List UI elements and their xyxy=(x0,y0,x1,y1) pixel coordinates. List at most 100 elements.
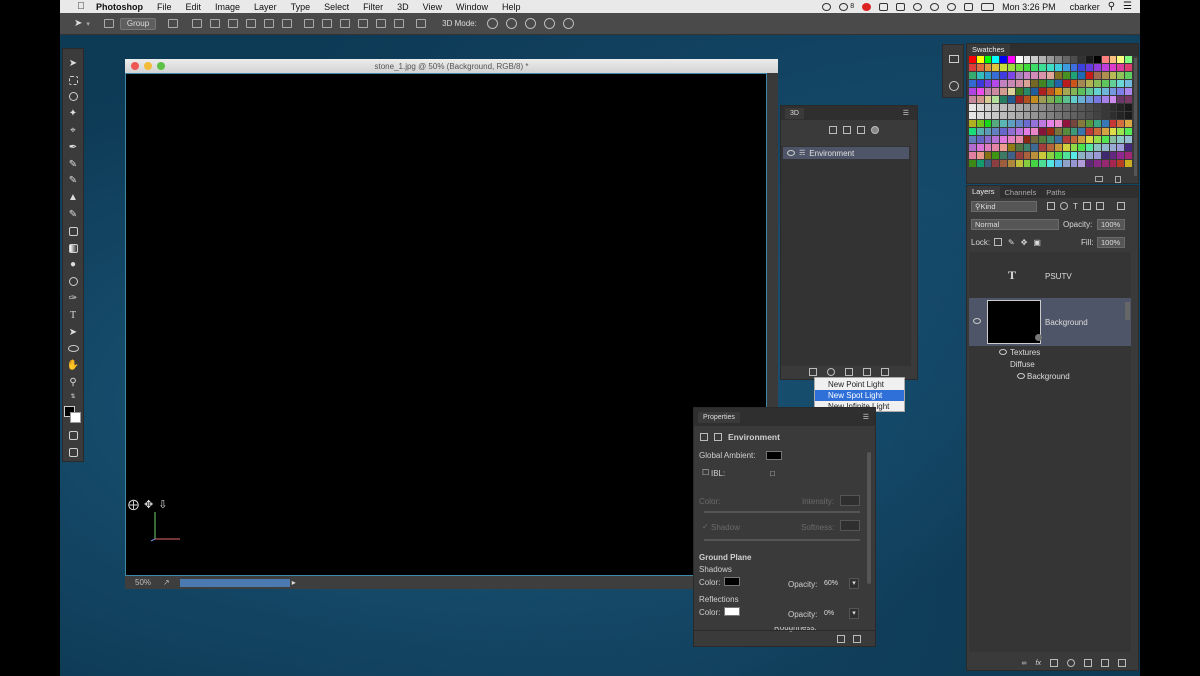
swatch-color[interactable] xyxy=(1101,128,1109,135)
swatch-color[interactable] xyxy=(1047,64,1054,71)
auto-align-icon[interactable] xyxy=(416,19,427,28)
swatch-color[interactable] xyxy=(992,112,1000,119)
scale-3d-icon[interactable] xyxy=(562,18,574,29)
swatch-color[interactable] xyxy=(1117,96,1125,103)
move-tool-icon[interactable]: ➤ xyxy=(74,18,82,29)
apple-menu-icon[interactable]:  xyxy=(72,1,90,12)
swatch-color[interactable] xyxy=(1125,80,1132,87)
distribute-top-icon[interactable] xyxy=(304,19,315,28)
swatch-color[interactable] xyxy=(976,104,984,111)
swatch-color[interactable] xyxy=(1109,80,1117,87)
swatch-color[interactable] xyxy=(1015,56,1023,63)
swatch-color[interactable] xyxy=(1047,152,1054,159)
swatch-color[interactable] xyxy=(1039,72,1047,79)
swatch-color[interactable] xyxy=(1008,104,1015,111)
swatch-color[interactable] xyxy=(1078,88,1086,95)
scroll-right-arrow-icon[interactable]: ▸ xyxy=(292,578,296,587)
swatch-color[interactable] xyxy=(1008,136,1015,143)
swatch-color[interactable] xyxy=(1109,112,1117,119)
swatch-color[interactable] xyxy=(992,128,1000,135)
layer-name-psutv[interactable]: PSUTV xyxy=(1045,272,1072,281)
swatch-color[interactable] xyxy=(1023,128,1031,135)
swatch-color[interactable] xyxy=(1023,96,1031,103)
swatch-color[interactable] xyxy=(1015,88,1023,95)
3d-panel-toggle-icon[interactable] xyxy=(949,55,959,63)
swatch-color[interactable] xyxy=(1054,128,1062,135)
swatch-color[interactable] xyxy=(1109,72,1117,79)
materials-filter-icon[interactable] xyxy=(857,126,865,134)
swatch-color[interactable] xyxy=(1047,144,1054,151)
swatch-color[interactable] xyxy=(1023,112,1031,119)
swatch-color[interactable] xyxy=(1101,72,1109,79)
environment-type-icon[interactable] xyxy=(700,433,708,441)
swatch-color[interactable] xyxy=(1125,152,1132,159)
swatch-color[interactable] xyxy=(1109,64,1117,71)
menu-item-new-point-light[interactable]: New Point Light xyxy=(815,379,904,390)
swatch-color[interactable] xyxy=(969,64,976,71)
swatch-color[interactable] xyxy=(1054,144,1062,151)
swatch-color[interactable] xyxy=(1117,104,1125,111)
shadows-color-swatch[interactable] xyxy=(724,577,740,586)
share-icon[interactable]: ↗ xyxy=(163,578,170,587)
healing-brush-tool-icon[interactable]: ✎ xyxy=(66,157,80,170)
camera-icon[interactable] xyxy=(845,368,853,376)
swatch-color[interactable] xyxy=(992,72,1000,79)
cloud-icon[interactable] xyxy=(839,2,849,11)
swatch-color[interactable] xyxy=(1117,128,1125,135)
swatch-color[interactable] xyxy=(1008,80,1015,87)
swatch-color[interactable] xyxy=(1125,64,1132,71)
menu-type[interactable]: Type xyxy=(291,2,311,12)
layer-fill-field[interactable]: 100% xyxy=(1097,237,1125,248)
swatch-color[interactable] xyxy=(1093,64,1101,71)
transform-controls-icon[interactable] xyxy=(168,19,179,28)
swatch-color[interactable] xyxy=(1062,88,1070,95)
swatch-color[interactable] xyxy=(1023,64,1031,71)
distribute-hcenter-icon[interactable] xyxy=(376,19,387,28)
swatch-color[interactable] xyxy=(1125,160,1132,167)
swatch-color[interactable] xyxy=(1000,72,1008,79)
swatch-color[interactable] xyxy=(992,56,1000,63)
lasso-tool-icon[interactable] xyxy=(66,90,80,103)
pan-3d-icon[interactable] xyxy=(524,18,536,29)
swatch-color[interactable] xyxy=(1117,136,1125,143)
intensity-slider[interactable] xyxy=(704,511,860,513)
swatch-color[interactable] xyxy=(1054,56,1062,63)
swatch-color[interactable] xyxy=(1117,144,1125,151)
swatch-color[interactable] xyxy=(969,96,976,103)
swatch-color[interactable] xyxy=(1125,56,1132,63)
swatch-color[interactable] xyxy=(1047,160,1054,167)
swatch-color[interactable] xyxy=(1078,120,1086,127)
swatch-color[interactable] xyxy=(1093,112,1101,119)
menu-file[interactable]: File xyxy=(157,2,172,12)
swatch-color[interactable] xyxy=(984,104,992,111)
menu-window[interactable]: Window xyxy=(456,2,488,12)
align-vcenter-icon[interactable] xyxy=(210,19,221,28)
swatch-color[interactable] xyxy=(1047,136,1054,143)
swatch-color[interactable] xyxy=(1054,112,1062,119)
swatch-color[interactable] xyxy=(1039,112,1047,119)
clock-text[interactable]: Mon 3:26 PM xyxy=(1002,2,1056,12)
swatch-color[interactable] xyxy=(976,112,984,119)
tab-layers[interactable]: Layers xyxy=(967,186,1000,198)
swatch-color[interactable] xyxy=(1125,136,1132,143)
swatch-color[interactable] xyxy=(1000,64,1008,71)
swatch-color[interactable] xyxy=(984,160,992,167)
swatch-color[interactable] xyxy=(1047,72,1054,79)
swatch-color[interactable] xyxy=(1000,80,1008,87)
time-machine-icon[interactable] xyxy=(913,2,923,11)
scene-type-icon[interactable] xyxy=(714,433,722,441)
swatch-color[interactable] xyxy=(1101,136,1109,143)
swatch-color[interactable] xyxy=(1047,128,1054,135)
wifi-icon[interactable] xyxy=(947,2,957,11)
global-ambient-color[interactable] xyxy=(766,451,782,460)
swatch-color[interactable] xyxy=(1125,72,1132,79)
lights-filter-icon[interactable] xyxy=(871,126,879,134)
marquee-tool-icon[interactable] xyxy=(66,73,80,86)
zoom-level[interactable]: 50% xyxy=(135,578,163,587)
distribute-vcenter-icon[interactable] xyxy=(322,19,333,28)
swatch-color[interactable] xyxy=(976,128,984,135)
swatch-color[interactable] xyxy=(992,144,1000,151)
auto-select-dropdown[interactable]: Group xyxy=(119,17,157,30)
swatch-color[interactable] xyxy=(1086,104,1093,111)
menu-view[interactable]: View xyxy=(423,2,442,12)
